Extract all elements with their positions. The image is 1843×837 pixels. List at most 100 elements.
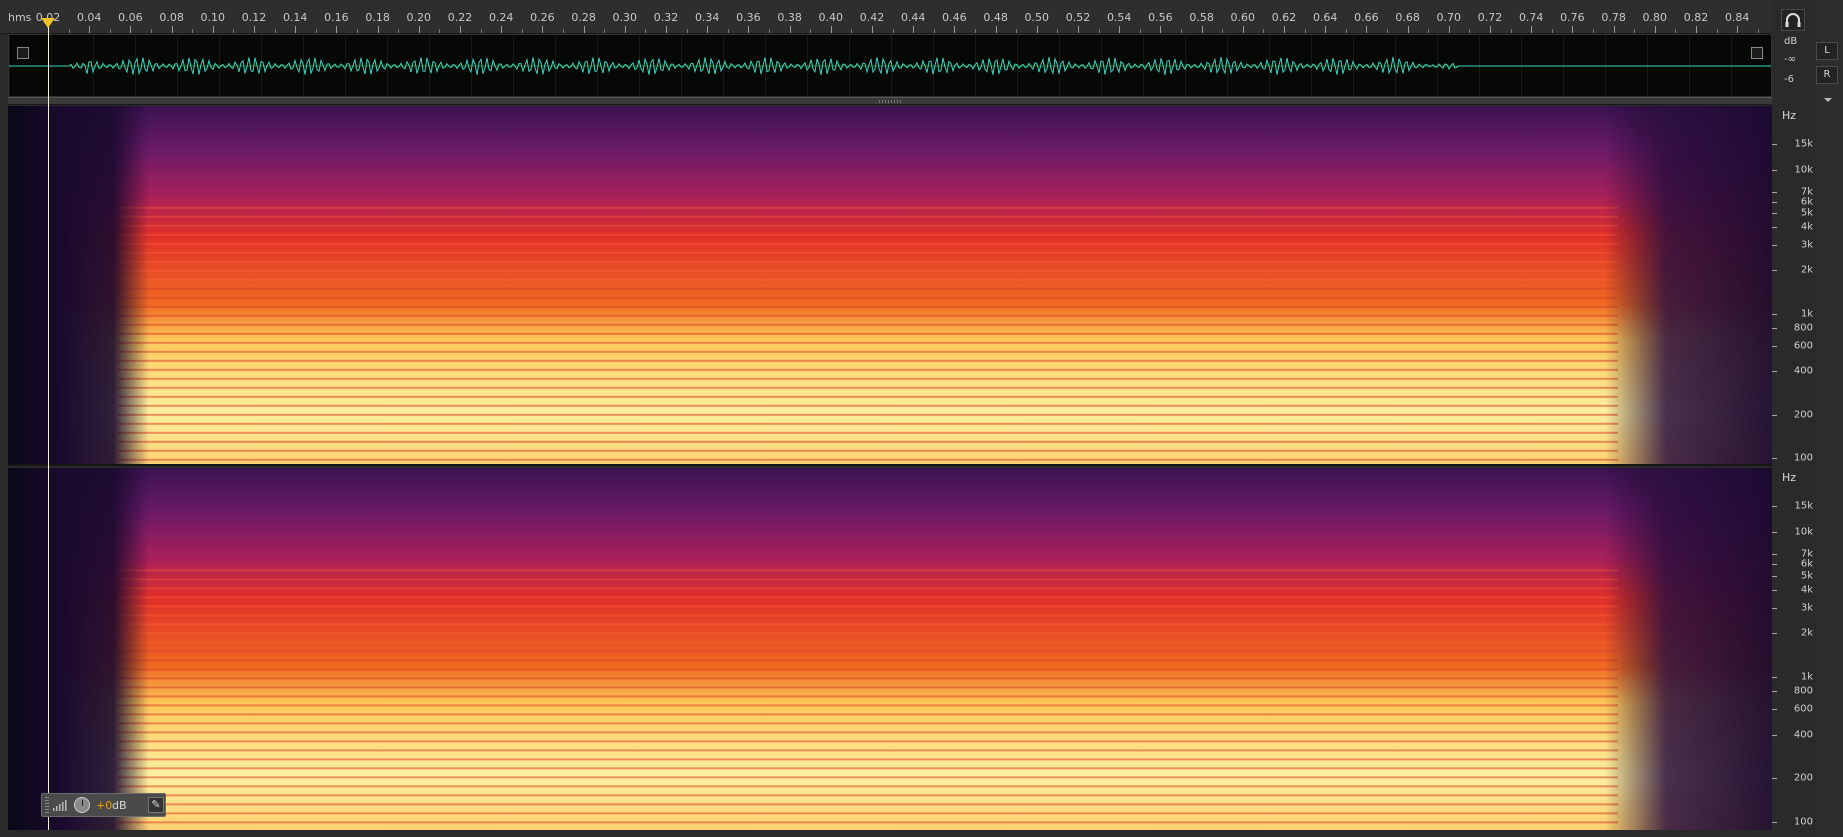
- time-tick-mark: [1613, 26, 1615, 33]
- frequency-tick: [1772, 371, 1777, 373]
- frequency-label: 400: [1793, 729, 1813, 741]
- overview-waveform[interactable]: [8, 34, 1772, 97]
- time-minor-tick: [563, 29, 564, 33]
- spectrogram-left-channel[interactable]: [8, 106, 1772, 466]
- time-tick-label: 0.48: [983, 11, 1008, 24]
- scale-menu-chevron-down-icon[interactable]: [1824, 98, 1832, 102]
- hud-grip-icon[interactable]: [45, 797, 49, 813]
- frequency-label: 10k: [1794, 164, 1813, 176]
- time-tick-mark: [89, 26, 91, 33]
- frequency-tick: [1772, 734, 1777, 736]
- amplitude-unit: dB: [1784, 36, 1798, 47]
- time-tick-label: 0.60: [1230, 11, 1256, 24]
- time-ruler-ticks: 0.02 0.04 0.06 0.08 0.10 0.12 0.14 0.16 0.18 0.20…: [0, 0, 1772, 33]
- time-minor-tick: [1428, 29, 1430, 33]
- view-splitter[interactable]: [8, 97, 1772, 105]
- pin-hud-icon[interactable]: ✎: [148, 797, 164, 813]
- time-tick-label: 0.14: [282, 11, 308, 24]
- time-tick-label: 0.82: [1683, 11, 1709, 24]
- splitter-grip-icon[interactable]: [879, 100, 901, 103]
- frequency-label: 4k: [1800, 584, 1813, 596]
- frequency-label: 6k: [1800, 196, 1813, 208]
- frequency-tick: [1772, 676, 1777, 678]
- time-tick-mark: [1366, 26, 1368, 33]
- time-minor-tick: [68, 29, 70, 33]
- frequency-label: 4k: [1800, 221, 1813, 233]
- time-tick-mark: [1531, 26, 1533, 33]
- frequency-tick: [1772, 709, 1777, 711]
- frequency-label: 800: [1793, 322, 1813, 334]
- time-tick-mark: [1284, 26, 1285, 33]
- frequency-label: 100: [1793, 452, 1813, 464]
- level-meter-icon: [53, 800, 67, 811]
- time-minor-tick: [769, 29, 770, 33]
- frequency-tick: [1772, 191, 1777, 193]
- time-tick-mark: [1696, 26, 1697, 33]
- time-tick-label: 0.40: [818, 11, 844, 24]
- amplitude-label-6: -6: [1784, 74, 1794, 85]
- frequency-tick: [1772, 589, 1777, 591]
- time-tick-mark: [1737, 26, 1739, 33]
- playhead-marker-icon[interactable]: [41, 18, 55, 28]
- left-channel-toggle[interactable]: L: [1816, 42, 1838, 60]
- time-minor-tick: [151, 29, 152, 33]
- time-tick-label: 0.64: [1312, 11, 1338, 24]
- time-minor-tick: [1716, 29, 1718, 33]
- time-tick-label: 0.10: [200, 11, 226, 24]
- time-minor-tick: [480, 29, 482, 33]
- time-minor-tick: [1263, 29, 1265, 33]
- spectrogram-left-graphic: [8, 106, 1772, 464]
- frequency-label: 2k: [1800, 264, 1813, 276]
- volume-hud[interactable]: +0 dB ✎: [41, 793, 166, 817]
- frequency-label: 15k: [1794, 500, 1813, 512]
- time-ruler[interactable]: hms 0.02 0.04 0.06 0.08 0.10 0.12 0.14 0.16 0.18…: [0, 0, 1772, 34]
- frequency-label: 200: [1793, 772, 1813, 784]
- volume-knob-icon[interactable]: [74, 797, 90, 813]
- time-minor-tick: [1469, 29, 1471, 33]
- frequency-tick: [1772, 822, 1777, 823]
- time-tick-label: 0.50: [1024, 11, 1050, 24]
- frequency-tick: [1772, 313, 1777, 315]
- frequency-label: 600: [1793, 340, 1813, 352]
- time-tick-mark: [1407, 26, 1409, 33]
- time-tick-mark: [1242, 26, 1244, 33]
- frequency-label: 1k: [1800, 671, 1813, 683]
- frequency-tick: [1772, 575, 1777, 577]
- time-tick-label: 0.46: [942, 11, 967, 24]
- amplitude-label-inf: -∞: [1784, 54, 1796, 65]
- spectrogram-right-channel[interactable]: [8, 468, 1772, 830]
- time-tick-mark: [707, 26, 709, 33]
- overview-zoom-right-icon[interactable]: [1751, 47, 1763, 59]
- frequency-tick: [1772, 244, 1777, 246]
- time-tick-label: 0.16: [324, 11, 349, 24]
- time-tick-label: 0.74: [1518, 11, 1544, 24]
- overview-zoom-left-icon[interactable]: [17, 47, 29, 59]
- frequency-tick: [1772, 531, 1777, 533]
- time-minor-tick: [1387, 29, 1388, 33]
- frequency-label: 5k: [1800, 207, 1813, 219]
- time-tick-mark: [1160, 26, 1162, 33]
- time-tick-label: 0.78: [1601, 11, 1626, 24]
- frequency-label: 2k: [1800, 627, 1813, 639]
- time-tick-label: 0.70: [1436, 11, 1462, 24]
- time-tick-mark: [1036, 26, 1038, 33]
- volume-value[interactable]: +0: [96, 799, 112, 812]
- time-tick-mark: [542, 26, 544, 33]
- frequency-unit-left: Hz: [1782, 109, 1797, 122]
- time-minor-tick: [1757, 29, 1759, 33]
- frequency-tick: [1772, 414, 1777, 416]
- time-tick-label: 0.76: [1560, 11, 1585, 24]
- frequency-label: 100: [1793, 816, 1813, 828]
- headphones-icon[interactable]: [1781, 9, 1805, 31]
- time-minor-tick: [357, 29, 358, 33]
- time-tick-label: 0.80: [1642, 11, 1668, 24]
- right-channel-toggle[interactable]: R: [1816, 66, 1838, 84]
- frequency-label: 5k: [1800, 570, 1813, 581]
- time-tick-mark: [130, 26, 132, 33]
- time-minor-tick: [439, 29, 441, 33]
- time-minor-tick: [892, 29, 894, 33]
- time-minor-tick: [274, 29, 276, 33]
- frequency-tick: [1772, 144, 1777, 146]
- time-tick-mark: [830, 26, 832, 33]
- time-tick-mark: [789, 26, 791, 33]
